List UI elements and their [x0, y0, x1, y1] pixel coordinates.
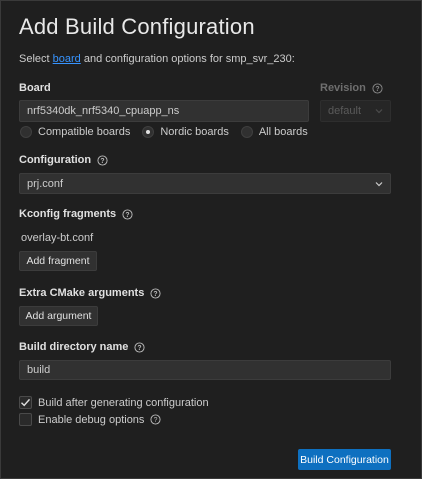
build-dir-label-text: Build directory name	[19, 341, 129, 353]
configuration-help-icon[interactable]: ?	[97, 154, 108, 166]
subtitle: Select board and configuration options f…	[19, 53, 295, 65]
add-fragment-button[interactable]: Add fragment	[19, 251, 97, 271]
revision-placeholder: default	[328, 105, 362, 117]
kconfig-label: Kconfig fragments ?	[19, 208, 133, 220]
configuration-value: prj.conf	[27, 177, 64, 190]
svg-text:?: ?	[154, 290, 158, 297]
svg-text:?: ?	[375, 85, 379, 92]
build-configuration-button[interactable]: Build Configuration	[298, 449, 391, 470]
svg-text:?: ?	[101, 157, 105, 164]
chevron-down-icon	[375, 109, 383, 114]
board-label-text: Board	[19, 82, 51, 94]
debug-checkbox[interactable]	[19, 413, 32, 426]
kconfig-fragment-item[interactable]: overlay-bt.conf	[21, 232, 93, 244]
build-dir-value: build	[27, 364, 51, 376]
radio-nordic-boards[interactable]: Nordic boards	[142, 126, 229, 138]
board-select-value: nrf5340dk_nrf5340_cpuapp_ns	[27, 105, 180, 117]
cmake-label-text: Extra CMake arguments	[19, 287, 145, 299]
configuration-label-text: Configuration	[19, 154, 92, 166]
svg-text:?: ?	[138, 344, 142, 351]
subtitle-prefix: Select	[19, 53, 53, 65]
radio-compatible-boards[interactable]: Compatible boards	[20, 126, 130, 138]
configuration-label: Configuration ?	[19, 154, 108, 166]
svg-text:?: ?	[154, 417, 158, 424]
build-after-checkbox[interactable]	[19, 396, 32, 409]
board-select[interactable]: nrf5340dk_nrf5340_cpuapp_ns	[19, 100, 309, 122]
cmake-help-icon[interactable]: ?	[150, 287, 161, 299]
radio-button-selected[interactable]	[142, 126, 155, 138]
debug-option[interactable]: Enable debug options ?	[19, 413, 161, 426]
board-filter-group: Compatible boards Nordic boards All boar…	[20, 126, 320, 138]
radio-all-boards[interactable]: All boards	[240, 126, 308, 138]
revision-label: Revision ?	[320, 82, 383, 94]
revision-label-text: Revision	[320, 82, 366, 94]
debug-help-icon[interactable]: ?	[150, 414, 161, 425]
build-after-label: Build after generating configuration	[38, 396, 209, 409]
checkmark-icon	[21, 398, 31, 407]
debug-label: Enable debug options	[38, 413, 145, 426]
subtitle-suffix: and configuration options for smp_svr_23…	[80, 53, 295, 65]
page-title: Add Build Configuration	[19, 14, 255, 39]
svg-text:?: ?	[126, 211, 130, 218]
build-dir-help-icon[interactable]: ?	[134, 341, 145, 353]
build-dir-input[interactable]: build	[19, 360, 391, 380]
radio-button[interactable]	[20, 126, 32, 138]
revision-help-icon[interactable]: ?	[372, 82, 383, 94]
cmake-label: Extra CMake arguments ?	[19, 287, 161, 299]
kconfig-help-icon[interactable]: ?	[122, 208, 133, 220]
radio-button[interactable]	[240, 126, 253, 138]
radio-label: Nordic boards	[160, 126, 229, 138]
build-dir-label: Build directory name ?	[19, 341, 145, 353]
board-link[interactable]: board	[53, 53, 81, 65]
kconfig-label-text: Kconfig fragments	[19, 208, 117, 220]
add-argument-button[interactable]: Add argument	[19, 306, 98, 326]
board-label: Board	[19, 82, 51, 94]
build-after-option[interactable]: Build after generating configuration	[19, 396, 209, 409]
radio-label: All boards	[258, 126, 308, 138]
configuration-select[interactable]: prj.conf	[19, 173, 391, 194]
revision-select: default	[320, 100, 391, 122]
radio-label: Compatible boards	[38, 126, 131, 138]
chevron-down-icon	[375, 181, 383, 186]
